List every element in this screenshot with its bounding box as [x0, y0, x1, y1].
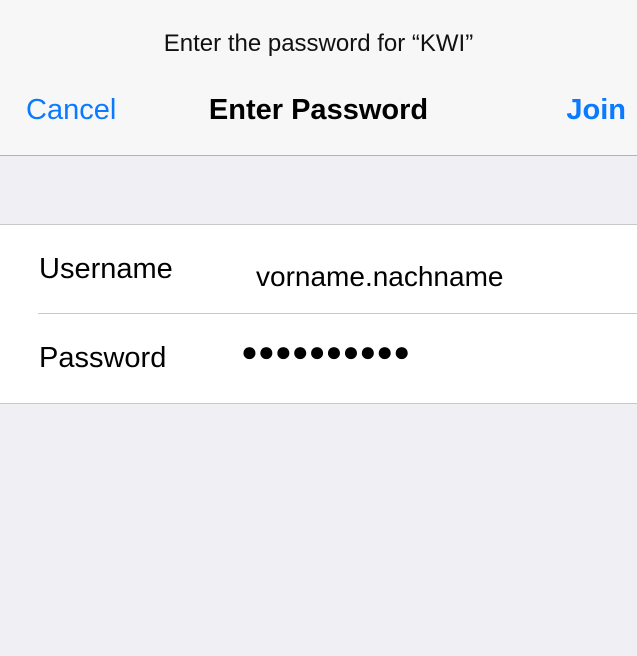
password-label: Password [39, 342, 167, 374]
cancel-button[interactable]: Cancel [26, 94, 116, 127]
password-field[interactable]: ●●●●●●●●●● [241, 336, 410, 368]
password-row[interactable]: Password ●●●●●●●●●● [0, 314, 637, 402]
network-prompt: Enter the password for “KWI” [163, 30, 474, 57]
username-row[interactable]: Username vorname.nachname [0, 225, 637, 313]
navigation-bar: Enter the password for “KWI” Cancel Ente… [0, 0, 637, 156]
nav-row: Cancel Enter Password Join [0, 88, 637, 134]
username-field[interactable]: vorname.nachname [256, 261, 503, 293]
join-button[interactable]: Join [566, 94, 626, 127]
username-label: Username [39, 253, 173, 285]
credentials-form: Username vorname.nachname Password ●●●●●… [0, 224, 637, 404]
